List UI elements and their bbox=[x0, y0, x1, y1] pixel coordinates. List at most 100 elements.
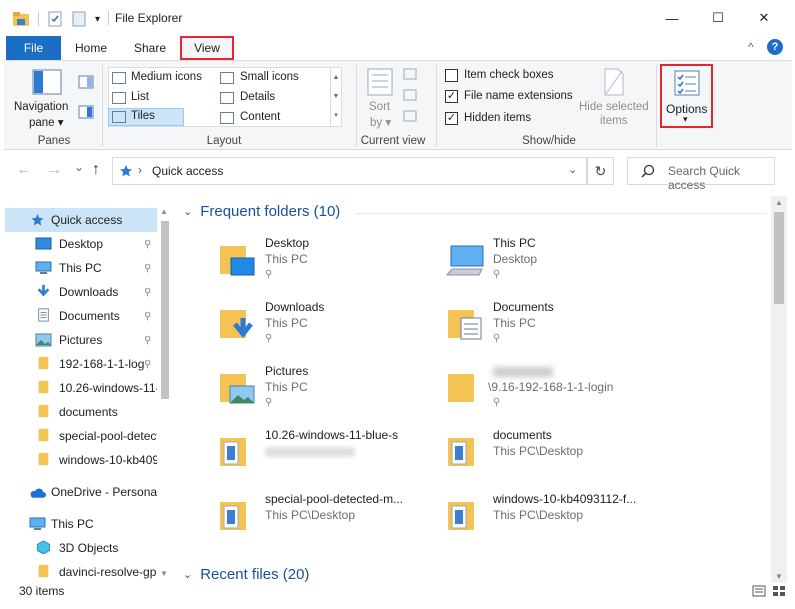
hide-selected-items-button[interactable]: Hide selected items bbox=[576, 67, 652, 129]
tab-share[interactable]: Share bbox=[124, 36, 176, 60]
tile-pictures[interactable]: Pictures This PC ⚲ bbox=[218, 364, 438, 424]
qat-dropdown-icon[interactable]: ▾ bbox=[95, 14, 100, 25]
scroll-down-icon[interactable]: ▼ bbox=[160, 569, 168, 578]
file-name-extensions-checkbox[interactable]: ✓ bbox=[445, 90, 458, 103]
layout-small-icons[interactable]: Small icons bbox=[218, 69, 322, 87]
item-check-boxes-toggle[interactable]: Item check boxes bbox=[444, 68, 584, 86]
pin-icon: ⚲ bbox=[493, 269, 501, 280]
options-dropdown-icon: ▾ bbox=[683, 114, 688, 124]
tile-documents[interactable]: Documents This PC ⚲ bbox=[446, 300, 666, 360]
details-view-icon[interactable] bbox=[752, 585, 766, 597]
sidebar-item-folder[interactable]: special-pool-detect bbox=[5, 424, 160, 448]
close-button[interactable]: ✕ bbox=[741, 0, 787, 36]
sort-by-button[interactable]: Sort by ▾ bbox=[360, 67, 400, 129]
sidebar-item-pictures[interactable]: Pictures ⚲ bbox=[5, 328, 160, 352]
tile-desktop[interactable]: Desktop This PC ⚲ bbox=[218, 236, 438, 296]
sidebar-item-onedrive[interactable]: OneDrive - Personal bbox=[5, 480, 160, 504]
tile-name: windows-10-kb4093112-f... bbox=[493, 492, 637, 506]
sidebar-item-this-pc[interactable]: This PC bbox=[5, 512, 160, 536]
tab-view[interactable]: View bbox=[180, 36, 234, 60]
sidebar-item-folder[interactable]: davinci-resolve-gp bbox=[5, 560, 160, 583]
item-check-boxes-checkbox[interactable] bbox=[445, 69, 458, 82]
tab-file[interactable]: File bbox=[6, 36, 61, 60]
recent-locations-icon[interactable]: ⌄ bbox=[74, 160, 84, 174]
tile-downloads[interactable]: Downloads This PC ⚲ bbox=[218, 300, 438, 360]
tile-folder[interactable]: special-pool-detected-m... This PC\Deskt… bbox=[218, 492, 438, 552]
layout-list[interactable]: List bbox=[110, 89, 218, 107]
address-dropdown-icon[interactable]: ⌄ bbox=[568, 163, 577, 176]
navigation-pane: Quick access Desktop ⚲ This PC ⚲ Downloa… bbox=[5, 207, 173, 583]
tab-home[interactable]: Home bbox=[66, 36, 116, 60]
collapse-chevron-icon[interactable]: ⌄ bbox=[183, 568, 192, 581]
tile-folder[interactable]: 10.26-windows-11-blue-s bbox=[218, 428, 438, 488]
tile-this-pc[interactable]: This PC Desktop ⚲ bbox=[446, 236, 666, 296]
sidebar-item-label: 192-168-1-1-log bbox=[59, 357, 145, 371]
hidden-items-label: Hidden items bbox=[464, 112, 532, 124]
add-columns-icon[interactable] bbox=[402, 88, 418, 102]
window-title: File Explorer bbox=[115, 11, 183, 25]
sidebar-item-this-pc-pinned[interactable]: This PC ⚲ bbox=[5, 256, 160, 280]
address-bar[interactable]: › Quick access ⌄ bbox=[112, 157, 587, 185]
frequent-folders-header[interactable]: ⌄ Frequent folders (10) bbox=[183, 203, 340, 220]
sidebar-item-folder[interactable]: 10.26-windows-11- bbox=[5, 376, 160, 400]
group-by-icon[interactable] bbox=[402, 67, 418, 81]
pin-icon: ⚲ bbox=[493, 397, 501, 408]
tile-folder-documents[interactable]: documents This PC\Desktop bbox=[446, 428, 666, 488]
frequent-folders-title: Frequent folders (10) bbox=[200, 203, 341, 220]
sidebar-scrollbar[interactable]: ▲ ▼ bbox=[157, 207, 173, 583]
properties-icon[interactable] bbox=[47, 11, 63, 27]
tile-name: Downloads bbox=[265, 300, 325, 314]
scroll-thumb[interactable] bbox=[161, 221, 169, 399]
preview-pane-icon[interactable] bbox=[78, 75, 94, 89]
layout-tiles[interactable]: Tiles bbox=[108, 108, 184, 126]
sidebar-item-desktop[interactable]: Desktop ⚲ bbox=[5, 232, 160, 256]
tile-folder[interactable]: windows-10-kb4093112-f... This PC\Deskto… bbox=[446, 492, 666, 552]
details-pane-icon[interactable] bbox=[78, 105, 94, 119]
collapse-ribbon-icon[interactable]: ^ bbox=[748, 40, 754, 54]
hidden-items-checkbox[interactable]: ✓ bbox=[445, 112, 458, 125]
help-icon[interactable]: ? bbox=[767, 39, 783, 55]
collapse-chevron-icon[interactable]: ⌄ bbox=[183, 205, 192, 218]
layout-details[interactable]: Details bbox=[218, 89, 322, 107]
scroll-up-icon[interactable]: ▲ bbox=[775, 198, 783, 207]
sidebar-item-label: special-pool-detect bbox=[59, 429, 160, 443]
layout-gallery-scroll[interactable]: ▲ ▼ ▾ bbox=[330, 68, 341, 126]
sidebar-item-folder[interactable]: documents bbox=[5, 400, 160, 424]
onedrive-icon bbox=[30, 488, 46, 498]
scroll-up-icon[interactable]: ▲ bbox=[160, 207, 168, 216]
computer-icon bbox=[35, 261, 52, 274]
new-folder-icon[interactable] bbox=[71, 11, 87, 27]
scroll-down-icon[interactable]: ▼ bbox=[775, 572, 783, 581]
sort-by-label: by ▾ bbox=[370, 117, 392, 129]
sidebar-item-folder[interactable]: 192-168-1-1-log ⚲ bbox=[5, 352, 160, 376]
layout-content[interactable]: Content bbox=[218, 109, 322, 127]
tile-name: Documents bbox=[493, 300, 554, 314]
forward-arrow-icon[interactable]: → bbox=[46, 161, 62, 179]
file-name-extensions-toggle[interactable]: ✓ File name extensions bbox=[444, 89, 584, 107]
scroll-thumb[interactable] bbox=[774, 212, 784, 304]
breadcrumb-chevron-icon[interactable]: › bbox=[138, 163, 142, 177]
refresh-button[interactable]: ↻ bbox=[587, 157, 614, 185]
tile-folder-blurred[interactable]: \9.16-192-168-1-1-login ⚲ bbox=[446, 364, 666, 424]
up-arrow-icon[interactable]: ↑ bbox=[92, 161, 100, 179]
tile-name: 10.26-windows-11-blue-s bbox=[265, 428, 399, 442]
layout-medium-icons[interactable]: Medium icons bbox=[110, 69, 218, 87]
maximize-button[interactable]: ☐ bbox=[695, 0, 741, 36]
content-scrollbar[interactable]: ▲ ▼ bbox=[771, 196, 787, 585]
search-box[interactable]: Search Quick access bbox=[627, 157, 775, 192]
size-columns-icon[interactable] bbox=[402, 109, 418, 123]
sidebar-item-folder[interactable]: windows-10-kb409 bbox=[5, 448, 160, 472]
large-icons-view-icon[interactable] bbox=[772, 585, 786, 597]
sidebar-item-quick-access[interactable]: Quick access bbox=[5, 208, 160, 232]
sidebar-item-downloads[interactable]: Downloads ⚲ bbox=[5, 280, 160, 304]
sidebar-item-documents[interactable]: Documents ⚲ bbox=[5, 304, 160, 328]
recent-files-header[interactable]: ⌄ Recent files (20) bbox=[183, 566, 309, 583]
minimize-button[interactable]: — bbox=[649, 0, 695, 36]
tile-location: This PC bbox=[265, 316, 308, 330]
navigation-pane-button[interactable]: Navigation pane ▾ bbox=[12, 65, 76, 129]
options-button[interactable]: Options ▾ bbox=[660, 64, 713, 128]
back-arrow-icon[interactable]: ← bbox=[16, 161, 32, 179]
sidebar-item-3d-objects[interactable]: 3D Objects bbox=[5, 536, 160, 560]
address-location[interactable]: Quick access bbox=[152, 164, 223, 178]
hidden-items-toggle[interactable]: ✓ Hidden items bbox=[444, 111, 584, 129]
